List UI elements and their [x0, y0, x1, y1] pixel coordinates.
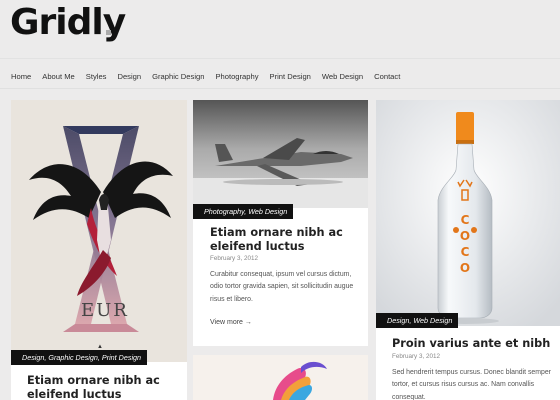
jet-photo [193, 100, 368, 208]
main-nav: Home About Me Styles Design Graphic Desi… [11, 72, 411, 81]
post-card[interactable]: Photography, Web Design Etiam ornare nib… [193, 100, 368, 346]
hourglass-bird-artwork [29, 126, 173, 332]
nav-design[interactable]: Design [117, 72, 141, 81]
post-categories[interactable]: Design, Graphic Design, Print Design [11, 350, 148, 365]
post-title[interactable]: Proin varius ante et nibh [392, 337, 554, 351]
site-logo[interactable]: Gridly [10, 2, 126, 43]
nav-divider [0, 88, 560, 89]
swirl-artwork [273, 361, 327, 400]
header-divider [0, 58, 560, 59]
nav-styles[interactable]: Styles [86, 72, 107, 81]
post-date: February 3, 2012 [210, 255, 258, 262]
nav-graphic-design[interactable]: Graphic Design [152, 72, 204, 81]
post-image-jet[interactable] [193, 100, 368, 208]
nav-photography[interactable]: Photography [215, 72, 258, 81]
post-date: February 3, 2012 [392, 353, 440, 360]
post-card[interactable]: COCO Design, Web Design Proin varius ant… [376, 100, 560, 400]
post-image-bottle[interactable]: COCO [376, 100, 560, 326]
post-excerpt: Sed hendrerit tempus cursus. Donec bland… [392, 369, 551, 400]
nav-contact[interactable]: Contact [374, 72, 400, 81]
post-title[interactable]: Etiam ornare nibh ac eleifend luctus [210, 226, 360, 254]
post-title[interactable]: Etiam ornare nibh ac eleifend luctus [27, 374, 183, 400]
post-excerpt: Curabitur consequat, ipsum vel cursus di… [210, 271, 354, 303]
view-more-link[interactable]: View more → [210, 319, 252, 326]
post-categories[interactable]: Photography, Web Design [193, 204, 294, 219]
nav-about-me[interactable]: About Me [42, 72, 75, 81]
artwork-caption: EUR [81, 300, 129, 321]
post-categories[interactable]: Design, Web Design [376, 313, 459, 328]
nav-web-design[interactable]: Web Design [322, 72, 363, 81]
nav-print-design[interactable]: Print Design [270, 72, 311, 81]
post-card[interactable] [193, 355, 368, 400]
post-card[interactable]: EUR ▲ Design, Graphic Design, Print Desi… [11, 100, 187, 400]
post-image-hourglass-bird[interactable]: EUR ▲ [11, 100, 187, 362]
nav-home[interactable]: Home [11, 72, 31, 81]
post-image-colorful-swirl[interactable] [193, 355, 368, 400]
logo-dot [106, 30, 111, 35]
bottle-label: COCO [459, 213, 471, 275]
